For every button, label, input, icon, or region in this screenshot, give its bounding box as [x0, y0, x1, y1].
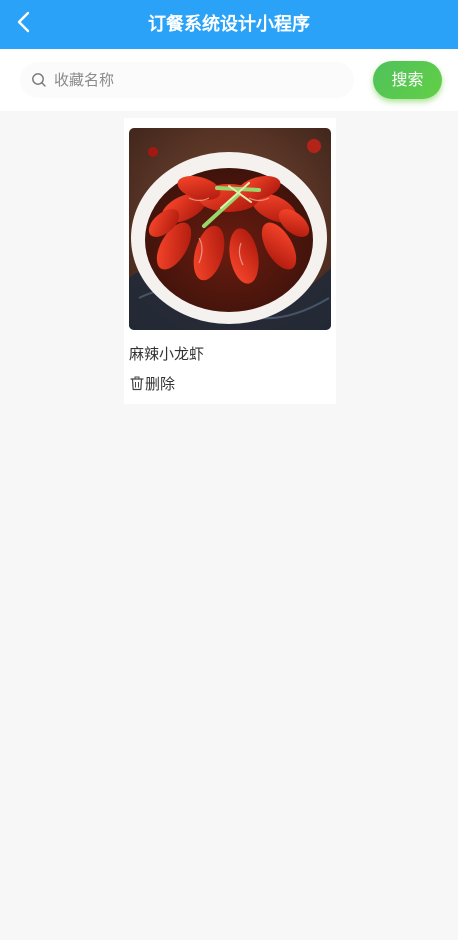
dish-name: 麻辣小龙虾	[129, 345, 205, 363]
trash-icon	[129, 375, 144, 391]
search-input[interactable]	[52, 70, 336, 90]
search-icon	[30, 71, 48, 89]
search-field[interactable]	[20, 62, 354, 98]
top-nav-bar: 订餐系统设计小程序	[0, 0, 458, 49]
search-button[interactable]: 搜索	[373, 61, 442, 99]
crayfish-dish-image[interactable]	[129, 128, 331, 330]
delete-label: 删除	[145, 374, 176, 393]
search-bar: 搜索	[0, 49, 458, 111]
delete-button[interactable]: 删除	[129, 372, 175, 394]
favorite-card[interactable]: 麻辣小龙虾 删除	[124, 118, 336, 404]
favorites-list: 麻辣小龙虾 删除	[0, 111, 458, 404]
page-title: 订餐系统设计小程序	[148, 14, 310, 35]
